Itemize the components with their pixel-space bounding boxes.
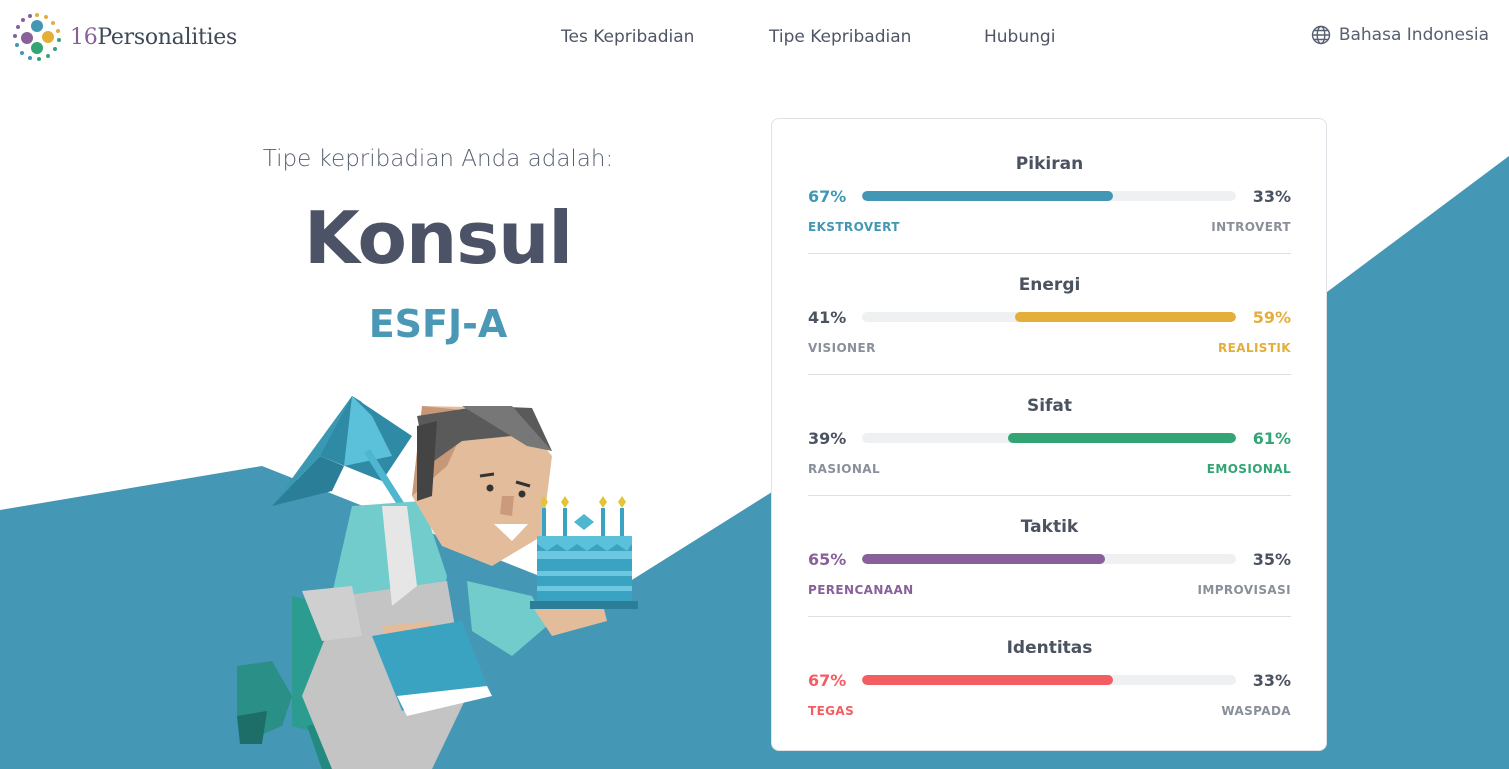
trait-left-percent: 39% bbox=[808, 429, 847, 448]
trait-bar-fill bbox=[1015, 312, 1236, 322]
trait-right-percent: 61% bbox=[1252, 429, 1291, 448]
globe-icon bbox=[1311, 25, 1331, 45]
trait-left-percent: 65% bbox=[808, 550, 847, 569]
nav-item-hubungi[interactable]: Hubungi bbox=[984, 27, 1055, 47]
trait-bar bbox=[862, 312, 1236, 322]
personality-type-code: ESFJ-A bbox=[368, 302, 508, 346]
trait-bar-fill bbox=[862, 554, 1106, 564]
trait-left-label: VISIONER bbox=[808, 341, 876, 355]
language-label: Bahasa Indonesia bbox=[1338, 25, 1489, 45]
trait-right-percent: 59% bbox=[1252, 308, 1291, 327]
consul-character-illustration bbox=[237, 396, 638, 769]
trait-right-label: EMOSIONAL bbox=[1206, 462, 1291, 476]
trait-energi: Energi 41% 59% VISIONER REALISTIK bbox=[808, 240, 1291, 361]
trait-right-percent: 33% bbox=[1252, 187, 1291, 206]
trait-title: Pikiran bbox=[1015, 154, 1084, 174]
trait-right-label: WASPADA bbox=[1221, 704, 1291, 718]
trait-title: Identitas bbox=[1006, 638, 1093, 658]
trait-left-percent: 67% bbox=[808, 187, 847, 206]
trait-left-percent: 67% bbox=[808, 671, 847, 690]
trait-right-percent: 33% bbox=[1252, 671, 1291, 690]
logo-dots-icon bbox=[13, 13, 61, 61]
trait-bar bbox=[862, 191, 1236, 201]
trait-pikiran: Pikiran 67% 33% EKSTROVERT INTROVERT bbox=[808, 119, 1291, 240]
trait-bar-fill bbox=[1007, 433, 1236, 443]
trait-sifat: Sifat 39% 61% RASIONAL EMOSIONAL bbox=[808, 361, 1291, 482]
site-header: 16Personalities Tes Kepribadian Tipe Kep… bbox=[0, 0, 1509, 76]
trait-bar-fill bbox=[862, 675, 1113, 685]
trait-bar-fill bbox=[862, 191, 1113, 201]
trait-bar bbox=[862, 433, 1236, 443]
trait-left-label: EKSTROVERT bbox=[808, 220, 900, 234]
traits-card: Pikiran 67% 33% EKSTROVERT INTROVERT Ene… bbox=[771, 118, 1327, 751]
trait-right-label: INTROVERT bbox=[1211, 220, 1291, 234]
nav-item-tipe-kepribadian[interactable]: Tipe Kepribadian bbox=[769, 27, 911, 47]
trait-right-label: REALISTIK bbox=[1217, 341, 1291, 355]
language-selector[interactable]: Bahasa Indonesia bbox=[1311, 25, 1489, 45]
trait-left-label: RASIONAL bbox=[808, 462, 881, 476]
trait-title: Energi bbox=[1018, 275, 1081, 295]
site-logo[interactable]: 16Personalities bbox=[12, 12, 237, 62]
nav-item-tes-kepribadian[interactable]: Tes Kepribadian bbox=[561, 27, 694, 47]
trait-bar bbox=[862, 675, 1236, 685]
trait-title: Taktik bbox=[1020, 517, 1079, 537]
result-hero: Tipe kepribadian Anda adalah: Konsul ESF… bbox=[0, 0, 880, 769]
logo-number: 16 bbox=[70, 24, 98, 50]
personality-type-name: Konsul bbox=[303, 196, 573, 280]
trait-right-percent: 35% bbox=[1252, 550, 1291, 569]
trait-taktik: Taktik 65% 35% PERENCANAAN IMPROVISASI bbox=[808, 482, 1291, 603]
trait-bar bbox=[862, 554, 1236, 564]
logo-word: Personalities bbox=[97, 24, 237, 50]
result-intro: Tipe kepribadian Anda adalah: bbox=[262, 146, 614, 172]
trait-left-percent: 41% bbox=[808, 308, 847, 327]
trait-identitas: Identitas 67% 33% TEGAS WASPADA bbox=[808, 603, 1291, 724]
trait-title: Sifat bbox=[1026, 396, 1073, 416]
trait-left-label: PERENCANAAN bbox=[808, 583, 914, 597]
trait-left-label: TEGAS bbox=[808, 704, 855, 718]
logo-wordmark: 16Personalities bbox=[70, 25, 237, 50]
trait-right-label: IMPROVISASI bbox=[1197, 583, 1291, 597]
